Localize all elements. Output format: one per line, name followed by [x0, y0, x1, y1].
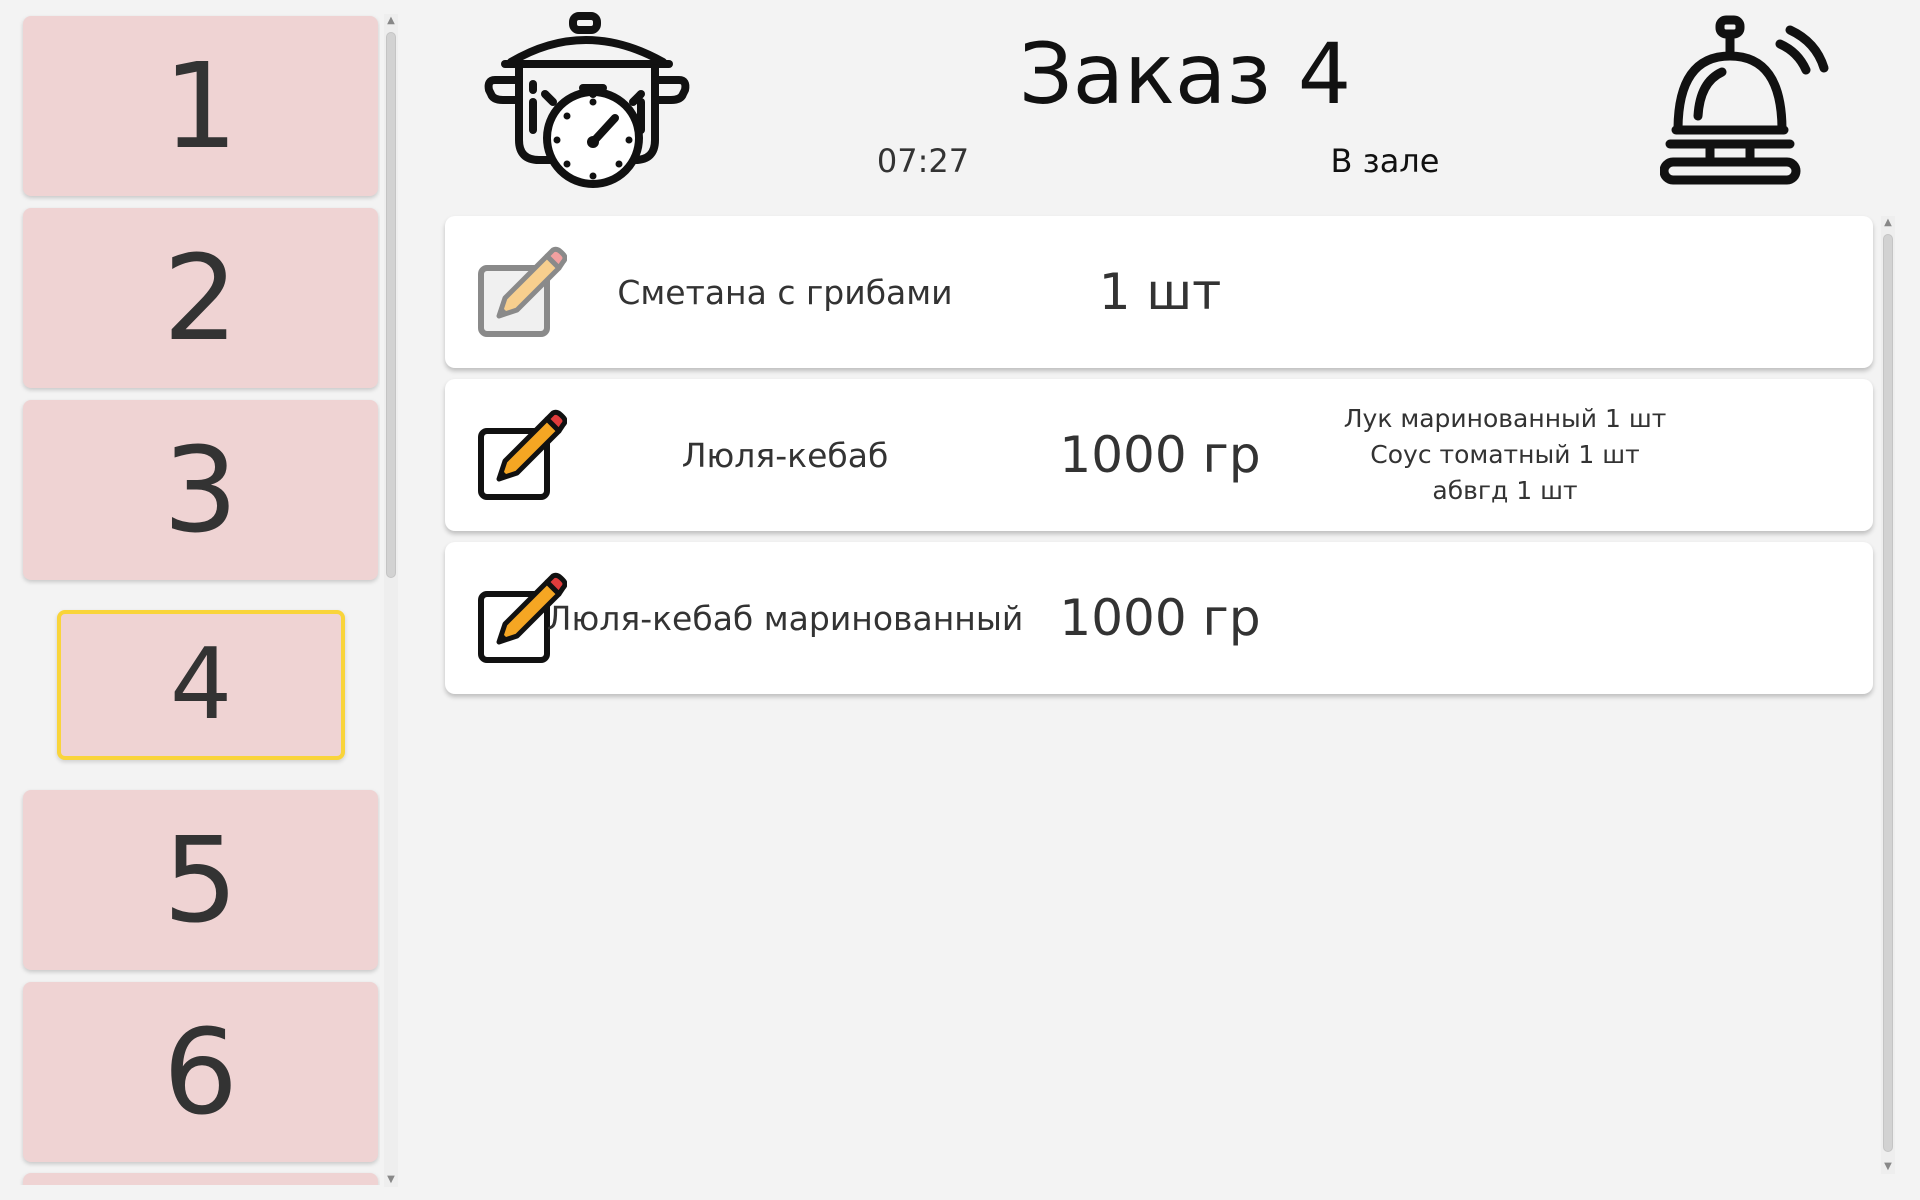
scroll-up-arrow-icon[interactable]: ▲	[1881, 216, 1895, 230]
sidebar-scrollbar-thumb[interactable]	[386, 32, 396, 578]
order-button-5[interactable]: 5	[23, 790, 378, 970]
item-name: Сметана с грибами	[617, 272, 953, 312]
item-modifiers: Лук маринованный 1 шт Соус томатный 1 шт…	[1343, 379, 1667, 531]
item-name: Люля-кебаб маринованный	[546, 598, 1024, 638]
order-title: Заказ 4	[1018, 25, 1352, 123]
pencil-edit-icon[interactable]	[475, 409, 568, 501]
item-modifier: Лук маринованный 1 шт	[1343, 404, 1667, 433]
service-bell-icon[interactable]	[1659, 12, 1850, 187]
items-scrollbar-thumb[interactable]	[1883, 234, 1893, 1152]
order-button-6[interactable]: 6	[23, 982, 378, 1162]
order-time: 07:27	[876, 142, 970, 180]
order-header: Заказ 4 07:27 В зале	[400, 0, 1920, 210]
pencil-edit-icon[interactable]	[475, 246, 568, 338]
item-modifier: абвгд 1 шт	[1432, 476, 1578, 505]
sidebar-scrollbar[interactable]: ▲ ▼	[384, 14, 398, 1187]
order-button-3[interactable]: 3	[23, 400, 378, 580]
order-button-1[interactable]: 1	[23, 16, 378, 196]
scroll-up-arrow-icon[interactable]: ▲	[384, 14, 398, 28]
item-quantity: 1000 гр	[1059, 589, 1261, 647]
item-modifier: Соус томатный 1 шт	[1370, 440, 1640, 469]
order-sidebar: 1 2 3 4 5 6 ▲ ▼	[0, 0, 400, 1200]
scroll-down-arrow-icon[interactable]: ▼	[1881, 1160, 1895, 1174]
item-name: Люля-кебаб	[681, 435, 889, 475]
order-item-card: Люля-кебаб маринованный 1000 гр	[445, 542, 1873, 694]
scroll-down-arrow-icon[interactable]: ▼	[384, 1173, 398, 1187]
item-quantity: 1000 гр	[1059, 426, 1261, 484]
order-button-4[interactable]: 4	[57, 610, 345, 760]
order-list: 1 2 3 4 5 6	[0, 0, 380, 1185]
order-item-card: Сметана с грибами 1 шт	[445, 216, 1873, 368]
item-quantity: 1 шт	[1098, 263, 1222, 321]
pot-timer-icon	[483, 10, 693, 190]
order-item-card: Люля-кебаб 1000 гр Лук маринованный 1 шт…	[445, 379, 1873, 531]
order-button-next[interactable]	[23, 1173, 378, 1185]
items-scrollbar[interactable]: ▲ ▼	[1881, 216, 1895, 1174]
order-location: В зале	[1330, 142, 1440, 180]
order-button-2[interactable]: 2	[23, 208, 378, 388]
